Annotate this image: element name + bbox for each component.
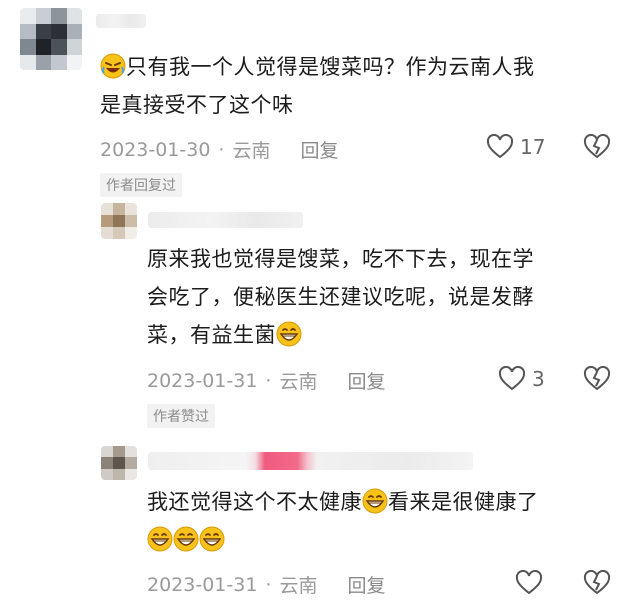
comment-date: 2023-01-31 [147, 573, 258, 596]
comment-text: 原来我也觉得是馊菜，吃不下去，现在学 会吃了，便秘医生还建议吃呢，说是发酵 菜，… [147, 240, 627, 354]
reply-button[interactable]: 回复 [347, 571, 385, 598]
comment-location: 云南 [279, 371, 318, 393]
comment-date: 2023-01-30 [100, 138, 211, 161]
comment-text-line: 是真接受不了这个味 [100, 93, 294, 117]
emoji-row [147, 526, 225, 552]
comment-text: 我还觉得这个不太健康 看来是很健康了 [147, 483, 627, 559]
comment-meta: 2023-01-31 · 云南 回复 [147, 367, 386, 394]
like-count: 3 [532, 367, 545, 391]
heart-outline-icon [498, 366, 526, 391]
avatar[interactable] [101, 446, 137, 480]
separator: · [265, 369, 272, 392]
username-blurred[interactable] [148, 212, 303, 228]
author-liked-badge: 作者赞过 [147, 404, 215, 428]
username-blurred[interactable] [96, 14, 146, 28]
comment-meta: 2023-01-31 · 云南 回复 [147, 571, 386, 598]
comment-text-line: 会吃了，便秘医生还建议吃呢，说是发酵 [147, 285, 534, 309]
comment-location: 云南 [232, 140, 271, 162]
like-button[interactable]: 3 [498, 366, 545, 392]
comment-meta: 2023-01-30 · 云南 回复 [100, 136, 339, 163]
grin-emoji [173, 526, 199, 552]
like-button[interactable] [515, 570, 543, 596]
rofl-emoji [100, 53, 126, 79]
separator: · [265, 573, 272, 596]
comment-location: 云南 [279, 575, 318, 597]
comment-text-line: 原来我也觉得是馊菜，吃不下去，现在学 [147, 247, 534, 271]
comment-text-line: 只有我一个人觉得是馊菜吗？作为云南人我 [126, 55, 535, 79]
comment-date: 2023-01-31 [147, 369, 258, 392]
dislike-button[interactable] [583, 569, 611, 600]
grin-emoji [362, 488, 388, 514]
avatar[interactable] [101, 203, 137, 239]
reply-button[interactable]: 回复 [347, 367, 385, 394]
like-button[interactable]: 17 [486, 134, 545, 160]
broken-heart-icon [583, 365, 611, 391]
author-replied-badge: 作者回复过 [100, 173, 182, 197]
separator: · [218, 138, 225, 161]
dislike-button[interactable] [583, 133, 611, 164]
heart-outline-icon [515, 570, 543, 595]
grin-emoji [199, 526, 225, 552]
avatar[interactable] [20, 8, 82, 70]
grin-emoji [276, 321, 302, 347]
reply-button[interactable]: 回复 [300, 136, 338, 163]
heart-outline-icon [486, 134, 514, 159]
like-count: 17 [520, 135, 546, 159]
username-blurred[interactable] [148, 452, 473, 470]
dislike-button[interactable] [583, 365, 611, 396]
comment-text-line: 菜，有益生菌 [147, 323, 276, 347]
comment-text-line: 我还觉得这个不太健康 [147, 490, 362, 514]
grin-emoji [147, 526, 173, 552]
broken-heart-icon [583, 133, 611, 159]
comment-text: 只有我一个人觉得是馊菜吗？作为云南人我 是真接受不了这个味 [100, 48, 640, 124]
broken-heart-icon [583, 569, 611, 595]
comment-text-line: 看来是很健康了 [388, 490, 539, 514]
